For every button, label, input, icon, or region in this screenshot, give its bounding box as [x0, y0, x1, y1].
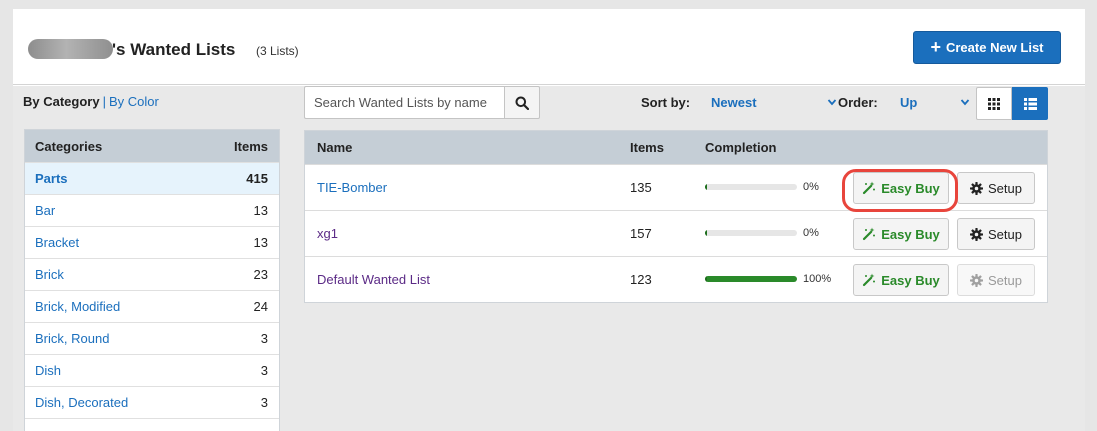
- category-count: 24: [253, 299, 268, 314]
- completion-bar-fill: [705, 276, 797, 282]
- easy-buy-button[interactable]: Easy Buy: [853, 172, 949, 204]
- order-label: Order:: [838, 95, 878, 110]
- completion-bar-fill: [705, 184, 707, 190]
- gear-icon: [970, 273, 983, 287]
- category-row-brick-round[interactable]: Brick, Round 3: [25, 322, 279, 354]
- setup-button[interactable]: Setup: [957, 172, 1035, 204]
- category-name: Dish: [35, 363, 62, 378]
- grid-icon: [988, 97, 1000, 110]
- sort-by-label: Sort by:: [641, 95, 691, 110]
- categories-column-header: Categories: [35, 138, 103, 154]
- search-button[interactable]: [504, 86, 540, 119]
- grid-view-button[interactable]: [976, 87, 1012, 120]
- category-name: Brick, Round: [35, 331, 110, 346]
- category-count: 13: [253, 203, 268, 218]
- chevron-down-icon: [960, 99, 970, 106]
- list-icon: [1023, 97, 1037, 110]
- completion-bar: [705, 230, 797, 236]
- category-name: Bracket: [35, 235, 80, 250]
- chevron-down-icon: [827, 99, 837, 106]
- table-row: Default Wanted List 123 100% Easy Buy Se…: [305, 256, 1047, 302]
- easy-buy-label: Easy Buy: [881, 180, 940, 196]
- setup-label: Setup: [988, 272, 1022, 288]
- categories-header: Categories Items: [25, 130, 279, 162]
- setup-label: Setup: [988, 226, 1022, 242]
- lists-table-header: Name Items Completion: [305, 131, 1047, 164]
- sort-by-value: Newest: [711, 94, 757, 110]
- items-column-header: Items: [234, 138, 268, 154]
- completion-column-header: Completion: [705, 140, 777, 155]
- category-row-brick-modified[interactable]: Brick, Modified 24: [25, 290, 279, 322]
- list-items-count: 123: [630, 272, 652, 287]
- plus-icon: +: [930, 36, 941, 57]
- category-count: 3: [260, 331, 268, 346]
- category-count: 23: [253, 267, 268, 282]
- magic-wand-icon: [863, 227, 876, 241]
- search-icon: [515, 96, 529, 110]
- setup-button[interactable]: Setup: [957, 218, 1035, 250]
- categories-table: Categories Items Parts 415 Bar 13 Bracke…: [24, 129, 280, 431]
- table-row: xg1 157 0% Easy Buy Setup: [305, 210, 1047, 256]
- list-count: (3 Lists): [256, 44, 299, 58]
- easy-buy-button[interactable]: Easy Buy: [853, 264, 949, 296]
- list-name-link[interactable]: Default Wanted List: [317, 272, 430, 287]
- category-row-parts[interactable]: Parts 415: [25, 162, 279, 194]
- setup-button-disabled: Setup: [957, 264, 1035, 296]
- wanted-lists-table: Name Items Completion TIE-Bomber 135 0% …: [304, 130, 1048, 303]
- list-name-link[interactable]: TIE-Bomber: [317, 180, 387, 195]
- list-items-count: 157: [630, 226, 652, 241]
- completion-percent: 0%: [803, 227, 819, 239]
- completion-bar-fill: [705, 230, 707, 236]
- redacted-username: [28, 39, 113, 59]
- name-column-header: Name: [317, 140, 353, 155]
- create-new-list-button[interactable]: + Create New List: [913, 31, 1061, 64]
- category-count: 3: [260, 363, 268, 378]
- category-row-dish-decorated[interactable]: Dish, Decorated 3: [25, 386, 279, 418]
- category-name: Bar: [35, 203, 56, 218]
- easy-buy-label: Easy Buy: [881, 226, 940, 242]
- completion-bar: [705, 276, 797, 282]
- category-name: Parts: [35, 171, 68, 186]
- view-by-category: By Category: [23, 94, 100, 109]
- gear-icon: [970, 227, 983, 241]
- sort-by-select[interactable]: Newest: [711, 88, 837, 116]
- list-name-link[interactable]: xg1: [317, 226, 338, 241]
- category-name: Brick, Modified: [35, 299, 121, 314]
- list-view-button[interactable]: [1012, 87, 1048, 120]
- easy-buy-button[interactable]: Easy Buy: [853, 218, 949, 250]
- create-new-list-label: Create New List: [945, 40, 1044, 55]
- table-row: TIE-Bomber 135 0% Easy Buy Setup: [305, 164, 1047, 210]
- completion-percent: 100%: [803, 273, 832, 285]
- setup-label: Setup: [988, 180, 1022, 196]
- magic-wand-icon: [863, 273, 876, 287]
- completion-bar: [705, 184, 797, 190]
- list-items-count: 135: [630, 180, 652, 195]
- search-input[interactable]: [304, 86, 504, 119]
- category-count: 415: [246, 171, 268, 186]
- category-name: Dish, Decorated: [35, 395, 129, 410]
- page-title: 's Wanted Lists: [112, 40, 236, 59]
- view-toggle: By Category | By Color: [23, 94, 159, 109]
- category-count: 3: [260, 395, 268, 410]
- category-row-bar[interactable]: Bar 13: [25, 194, 279, 226]
- category-name: Brick: [35, 267, 64, 282]
- category-row-brick[interactable]: Brick 23: [25, 258, 279, 290]
- magic-wand-icon: [863, 181, 876, 195]
- items-column-header: Items: [630, 140, 664, 155]
- view-by-color-link[interactable]: By Color: [109, 94, 159, 109]
- category-row-more: [25, 418, 279, 431]
- category-row-bracket[interactable]: Bracket 13: [25, 226, 279, 258]
- gear-icon: [970, 181, 983, 195]
- page-header: 's Wanted Lists (3 Lists) + Create New L…: [13, 9, 1085, 85]
- completion-percent: 0%: [803, 181, 819, 193]
- view-separator: |: [102, 94, 106, 109]
- order-select[interactable]: Up: [900, 88, 970, 116]
- order-value: Up: [900, 94, 918, 110]
- category-row-dish[interactable]: Dish 3: [25, 354, 279, 386]
- easy-buy-label: Easy Buy: [881, 272, 940, 288]
- category-count: 13: [253, 235, 268, 250]
